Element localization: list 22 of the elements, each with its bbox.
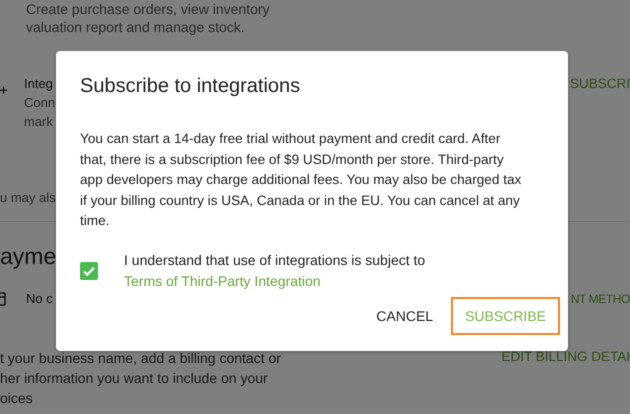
dialog-title: Subscribe to integrations <box>80 74 302 99</box>
billing-description: oices <box>0 389 34 408</box>
billing-description: her information you want to include on your <box>0 369 269 388</box>
payment-method-link[interactable]: NT METHO <box>570 292 630 306</box>
agreement-text: I understand that use of integrations is subject to Terms of Third-Party Integration <box>124 250 426 291</box>
inventory-description: Create purchase orders, view inventory <box>26 0 270 18</box>
payment-method-text: No c <box>26 290 53 308</box>
subscribe-button[interactable]: SUBSCRIBE <box>451 297 560 335</box>
integrations-description: Conn <box>24 94 56 112</box>
cancel-button[interactable]: CANCEL <box>362 297 448 335</box>
billing-description: t your business name, add a billing contact or <box>0 349 281 368</box>
integrations-title: Integ <box>24 75 54 93</box>
integrations-link[interactable]: SUBSCRI <box>570 76 630 91</box>
note-text: u may als <box>0 189 56 207</box>
payment-heading: ayme <box>0 242 56 270</box>
card-icon <box>0 292 6 306</box>
terms-link[interactable]: Terms of Third-Party Integration <box>124 272 321 288</box>
checkbox[interactable] <box>80 262 98 280</box>
dialog-body: You can start a 14-day free trial without payment and credit card. After that, there is a subscription fee of $9 USD/month per store. Third-party app developers may charge additional fees. You may also be charged tax if your billing country is USA, Canada or in the EU. You can cancel at any time. <box>80 130 522 230</box>
inventory-description: valuation report and manage stock. <box>26 18 246 36</box>
integrations-description: mark <box>24 113 54 131</box>
edit-billing-link[interactable]: EDIT BILLING DETAI <box>501 349 630 364</box>
